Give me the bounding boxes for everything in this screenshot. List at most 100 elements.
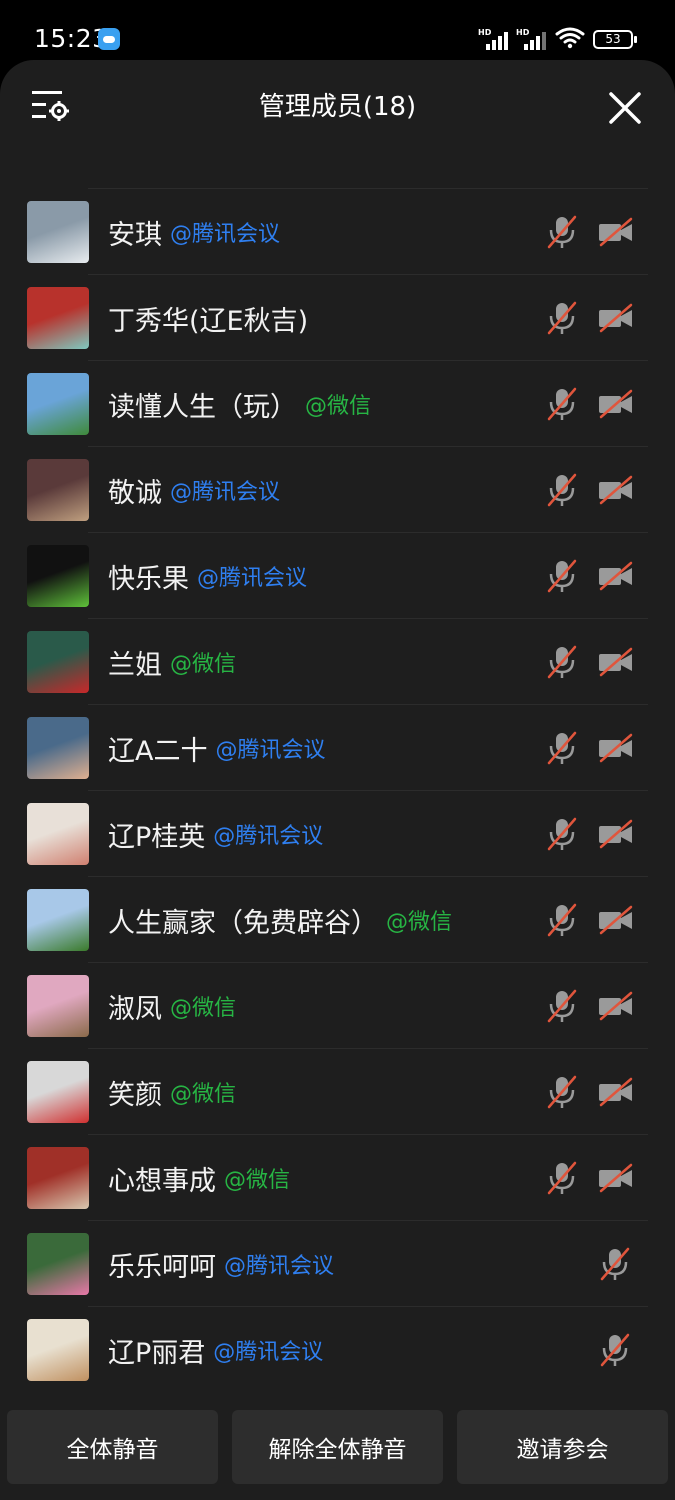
avatar	[27, 1147, 89, 1209]
member-name: 心想事成	[108, 1165, 216, 1197]
member-row[interactable]: 辽P丽君 @腾讯会议	[27, 1306, 648, 1393]
member-source: @腾讯会议	[213, 824, 324, 849]
avatar	[27, 631, 89, 693]
member-label: 淑凤 @微信	[108, 963, 236, 1049]
member-name: 人生赢家（免费辟谷）	[108, 907, 378, 939]
member-name: 敬诚	[108, 477, 162, 509]
member-row[interactable]: 读懂人生（玩） @微信	[27, 360, 648, 447]
avatar	[27, 889, 89, 951]
header: 管理成员(18)	[0, 60, 675, 188]
manage-members-sheet: 管理成员(18) 安琪 @腾讯会议 丁秀华(辽E秋吉) 读懂人生（玩） @微信 敬诚 @腾讯…	[0, 60, 675, 1500]
member-row[interactable]: 安琪 @腾讯会议	[27, 188, 648, 274]
camera-off-icon[interactable]	[598, 473, 634, 507]
mic-muted-icon[interactable]	[545, 473, 579, 507]
mic-muted-icon[interactable]	[545, 731, 579, 765]
invite-button[interactable]: 邀请参会	[457, 1410, 668, 1484]
mic-muted-icon[interactable]	[598, 1333, 632, 1367]
mic-muted-icon[interactable]	[598, 1247, 632, 1281]
camera-off-icon[interactable]	[598, 817, 634, 851]
camera-off-icon[interactable]	[598, 215, 634, 249]
member-name: 读懂人生（玩）	[108, 391, 297, 423]
avatar	[27, 459, 89, 521]
avatar	[27, 1319, 89, 1381]
mic-muted-icon[interactable]	[545, 387, 579, 421]
member-label: 辽P丽君 @腾讯会议	[108, 1307, 323, 1393]
member-name: 笑颜	[108, 1079, 162, 1111]
camera-off-icon[interactable]	[598, 387, 634, 421]
close-icon[interactable]	[607, 90, 643, 126]
member-name: 兰姐	[108, 649, 162, 681]
mic-muted-icon[interactable]	[545, 817, 579, 851]
camera-off-icon[interactable]	[598, 645, 634, 679]
avatar	[27, 1061, 89, 1123]
unmute-all-button[interactable]: 解除全体静音	[232, 1410, 443, 1484]
mic-muted-icon[interactable]	[545, 215, 579, 249]
member-name: 安琪	[108, 219, 162, 251]
mute-all-button[interactable]: 全体静音	[7, 1410, 218, 1484]
signal-icon: HD	[516, 28, 548, 50]
camera-off-icon[interactable]	[598, 301, 634, 335]
member-list: 安琪 @腾讯会议 丁秀华(辽E秋吉) 读懂人生（玩） @微信 敬诚 @腾讯会议 快乐果 @腾讯会…	[0, 188, 675, 1392]
avatar	[27, 1233, 89, 1295]
mic-muted-icon[interactable]	[545, 559, 579, 593]
avatar	[27, 545, 89, 607]
member-row[interactable]: 丁秀华(辽E秋吉)	[27, 274, 648, 360]
member-name: 快乐果	[108, 563, 189, 595]
member-label: 读懂人生（玩） @微信	[108, 361, 371, 447]
member-source: @微信	[170, 1082, 237, 1107]
camera-off-icon[interactable]	[598, 731, 634, 765]
mic-muted-icon[interactable]	[545, 989, 579, 1023]
member-name: 辽P桂英	[108, 821, 206, 853]
member-row[interactable]: 兰姐 @微信	[27, 618, 648, 704]
member-source: @微信	[305, 394, 372, 419]
member-label: 辽P桂英 @腾讯会议	[108, 791, 323, 877]
camera-off-icon[interactable]	[598, 989, 634, 1023]
avatar	[27, 975, 89, 1037]
member-label: 笑颜 @微信	[108, 1049, 236, 1135]
member-source: @微信	[170, 996, 237, 1021]
status-bar: 15:23 HD HD 53	[0, 0, 675, 60]
avatar	[27, 201, 89, 263]
member-label: 人生赢家（免费辟谷） @微信	[108, 877, 452, 963]
member-label: 敬诚 @腾讯会议	[108, 447, 280, 533]
member-name: 淑凤	[108, 993, 162, 1025]
footer-actions: 全体静音 解除全体静音 邀请参会	[0, 1398, 675, 1500]
member-row[interactable]: 辽P桂英 @腾讯会议	[27, 790, 648, 877]
member-row[interactable]: 敬诚 @腾讯会议	[27, 446, 648, 533]
member-name: 丁秀华(辽E秋吉)	[108, 305, 309, 337]
mic-muted-icon[interactable]	[545, 1075, 579, 1109]
camera-off-icon[interactable]	[598, 1161, 634, 1195]
member-row[interactable]: 淑凤 @微信	[27, 962, 648, 1049]
member-source: @腾讯会议	[215, 738, 326, 763]
member-row[interactable]: 心想事成 @微信	[27, 1134, 648, 1221]
member-row[interactable]: 辽A二十 @腾讯会议	[27, 704, 648, 791]
camera-off-icon[interactable]	[598, 559, 634, 593]
member-source: @腾讯会议	[170, 222, 281, 247]
battery-icon: 53	[593, 30, 637, 49]
member-source: @腾讯会议	[224, 1254, 335, 1279]
page-title: 管理成员(18)	[258, 92, 417, 122]
member-label: 辽A二十 @腾讯会议	[108, 705, 326, 791]
avatar	[27, 717, 89, 779]
member-label: 心想事成 @微信	[108, 1135, 290, 1221]
mic-muted-icon[interactable]	[545, 903, 579, 937]
member-source: @微信	[386, 910, 453, 935]
member-row[interactable]: 快乐果 @腾讯会议	[27, 532, 648, 619]
member-row[interactable]: 笑颜 @微信	[27, 1048, 648, 1135]
camera-off-icon[interactable]	[598, 903, 634, 937]
wifi-icon	[555, 27, 585, 49]
mic-muted-icon[interactable]	[545, 645, 579, 679]
member-name: 乐乐呵呵	[108, 1251, 216, 1283]
signal-icon: HD	[478, 28, 510, 50]
cloud-icon	[98, 28, 120, 50]
mic-muted-icon[interactable]	[545, 1161, 579, 1195]
camera-off-icon[interactable]	[598, 1075, 634, 1109]
member-row[interactable]: 人生赢家（免费辟谷） @微信	[27, 876, 648, 963]
member-source: @微信	[224, 1168, 291, 1193]
mic-muted-icon[interactable]	[545, 301, 579, 335]
member-source: @腾讯会议	[197, 566, 308, 591]
member-row[interactable]: 乐乐呵呵 @腾讯会议	[27, 1220, 648, 1306]
member-name: 辽A二十	[108, 735, 208, 767]
member-label: 快乐果 @腾讯会议	[108, 533, 307, 619]
member-name: 辽P丽君	[108, 1337, 206, 1369]
